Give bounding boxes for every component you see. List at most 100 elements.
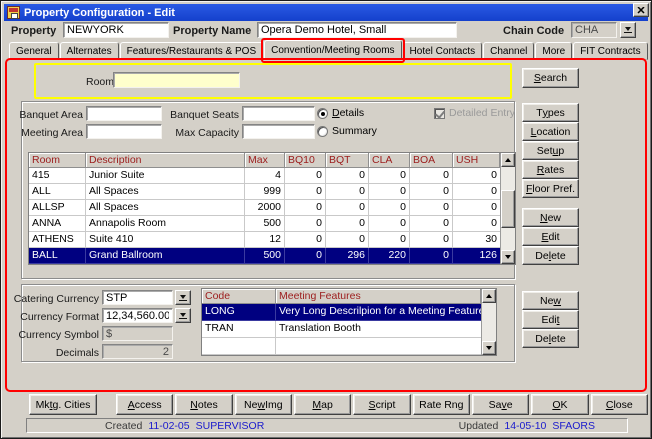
cell-description: All Spaces <box>86 184 245 200</box>
cell-bqt: 0 <box>326 232 369 248</box>
cell-description: Annapolis Room <box>86 216 245 232</box>
tab-more[interactable]: More <box>535 42 572 60</box>
rate-rng-button[interactable]: Rate Rng <box>413 394 470 415</box>
cell-description: Grand Ballroom <box>86 248 245 264</box>
titlebar-close-button[interactable] <box>633 3 649 17</box>
scroll-up-button[interactable] <box>482 289 496 303</box>
chain-code-input <box>571 22 617 38</box>
location-button[interactable]: Location <box>522 122 579 141</box>
rooms-table-row[interactable]: ALLSP All Spaces 2000 0 0 0 0 0 <box>29 200 500 216</box>
map-button[interactable]: Map <box>294 394 351 415</box>
max-capacity-input[interactable] <box>242 124 315 139</box>
cell-bqt: 0 <box>326 216 369 232</box>
scroll-track[interactable] <box>482 303 496 341</box>
column-header-boa: BOA <box>410 153 453 168</box>
cell-cla: 220 <box>369 248 410 264</box>
catering-currency-lov-button[interactable] <box>175 290 191 305</box>
script-button[interactable]: Script <box>353 394 410 415</box>
features-table-grid: Code Meeting Features LONG Very Long Des… <box>202 289 481 355</box>
edit-feature-button[interactable]: Edit <box>522 310 579 329</box>
rooms-table-row[interactable]: 415 Junior Suite 4 0 0 0 0 0 <box>29 168 500 184</box>
column-header-description: Description <box>86 153 245 168</box>
scroll-thumb[interactable] <box>501 190 515 227</box>
column-header-ush: USH <box>453 153 500 168</box>
rooms-table-row[interactable]: ATHENS Suite 410 12 0 0 0 0 30 <box>29 232 500 248</box>
cell-code <box>202 338 276 355</box>
cell-bqt: 0 <box>326 168 369 184</box>
dropdown-bar <box>624 32 632 33</box>
scroll-track[interactable] <box>501 167 515 250</box>
banquet-seats-input[interactable] <box>242 106 315 121</box>
features-table-row[interactable]: TRAN Translation Booth <box>202 321 481 338</box>
edit-room-button[interactable]: Edit <box>522 227 579 246</box>
tab-alternates[interactable]: Alternates <box>60 42 119 60</box>
new-img-button[interactable]: New Img <box>235 394 292 415</box>
tab-channel[interactable]: Channel <box>483 42 534 60</box>
detailed-entry-label: Detailed Entry <box>449 107 515 119</box>
summary-radio[interactable]: Summary <box>317 125 377 137</box>
features-table-scrollbar[interactable] <box>481 289 496 355</box>
features-table-row[interactable] <box>202 338 481 355</box>
rooms-table-row[interactable]: ANNA Annapolis Room 500 0 0 0 0 0 <box>29 216 500 232</box>
tab-general[interactable]: General <box>9 42 59 60</box>
close-button[interactable]: Close <box>591 394 648 415</box>
mktg-cities-button[interactable]: Mktg. Cities <box>29 394 97 415</box>
types-button[interactable]: Types <box>522 103 579 122</box>
setup-button[interactable]: Setup <box>522 141 579 160</box>
save-button[interactable]: Save <box>472 394 529 415</box>
currency-format-lov-button[interactable] <box>175 308 191 323</box>
cell-cla: 0 <box>369 216 410 232</box>
title-bar[interactable]: Property Configuration - Edit <box>4 4 648 21</box>
tab-features-restaurants-pos[interactable]: Features/Restaurants & POS <box>120 42 264 60</box>
cell-cla: 0 <box>369 232 410 248</box>
column-header-bqt: BQT <box>326 153 369 168</box>
meeting-area-label: Meeting Area <box>13 127 83 139</box>
cell-cla: 0 <box>369 184 410 200</box>
radio-selected-icon <box>317 108 328 119</box>
tab-fit-contracts[interactable]: FIT Contracts <box>573 42 647 60</box>
catering-currency-input[interactable] <box>102 290 173 305</box>
decimals-label: Decimals <box>9 347 99 359</box>
search-button[interactable]: Search <box>522 68 579 88</box>
property-name-label: Property Name <box>173 25 251 37</box>
rooms-table-row-selected[interactable]: BALL Grand Ballroom 500 0 296 220 0 126 <box>29 248 500 264</box>
currency-format-input[interactable] <box>102 308 173 323</box>
cell-cla: 0 <box>369 168 410 184</box>
cell-boa: 0 <box>410 168 453 184</box>
banquet-area-input[interactable] <box>86 106 162 121</box>
tab-convention-meeting-rooms[interactable]: Convention/Meeting Rooms <box>264 40 401 60</box>
room-input[interactable] <box>113 72 240 88</box>
bottom-toolbar: Access Notes New Img Map Script Rate Rng… <box>116 394 648 415</box>
cell-feature-description: Translation Booth <box>276 321 481 338</box>
cell-bq10: 0 <box>285 200 326 216</box>
cell-bqt: 296 <box>326 248 369 264</box>
access-button[interactable]: Access <box>116 394 173 415</box>
rates-button[interactable]: Rates <box>522 160 579 179</box>
scroll-down-button[interactable] <box>501 250 515 264</box>
cell-max: 4 <box>245 168 285 184</box>
delete-room-button[interactable]: Delete <box>522 246 579 265</box>
cell-ush: 0 <box>453 184 500 200</box>
scroll-down-button[interactable] <box>482 341 496 355</box>
property-input[interactable] <box>63 22 169 38</box>
new-feature-button[interactable]: New <box>522 291 579 310</box>
property-name-input[interactable] <box>257 22 457 38</box>
meeting-area-input[interactable] <box>86 124 162 139</box>
cell-bq10: 0 <box>285 232 326 248</box>
rooms-table-scrollbar[interactable] <box>500 153 515 264</box>
cell-bqt: 0 <box>326 200 369 216</box>
cell-max: 12 <box>245 232 285 248</box>
rooms-table-row[interactable]: ALL All Spaces 999 0 0 0 0 0 <box>29 184 500 200</box>
ok-button[interactable]: OK <box>531 394 588 415</box>
tab-hotel-contacts[interactable]: Hotel Contacts <box>403 42 483 60</box>
notes-button[interactable]: Notes <box>175 394 232 415</box>
radio-unselected-icon <box>317 126 328 137</box>
floor-pref-button[interactable]: Floor Pref. <box>522 179 579 198</box>
scroll-up-button[interactable] <box>501 153 515 167</box>
new-room-button[interactable]: New <box>522 208 579 227</box>
banquet-seats-label: Banquet Seats <box>161 109 239 121</box>
details-radio[interactable]: Details <box>317 107 364 119</box>
summary-radio-label: Summary <box>332 125 377 137</box>
delete-feature-button[interactable]: Delete <box>522 329 579 348</box>
features-table-row-selected[interactable]: LONG Very Long Descrilpion for a Meeting… <box>202 304 481 321</box>
